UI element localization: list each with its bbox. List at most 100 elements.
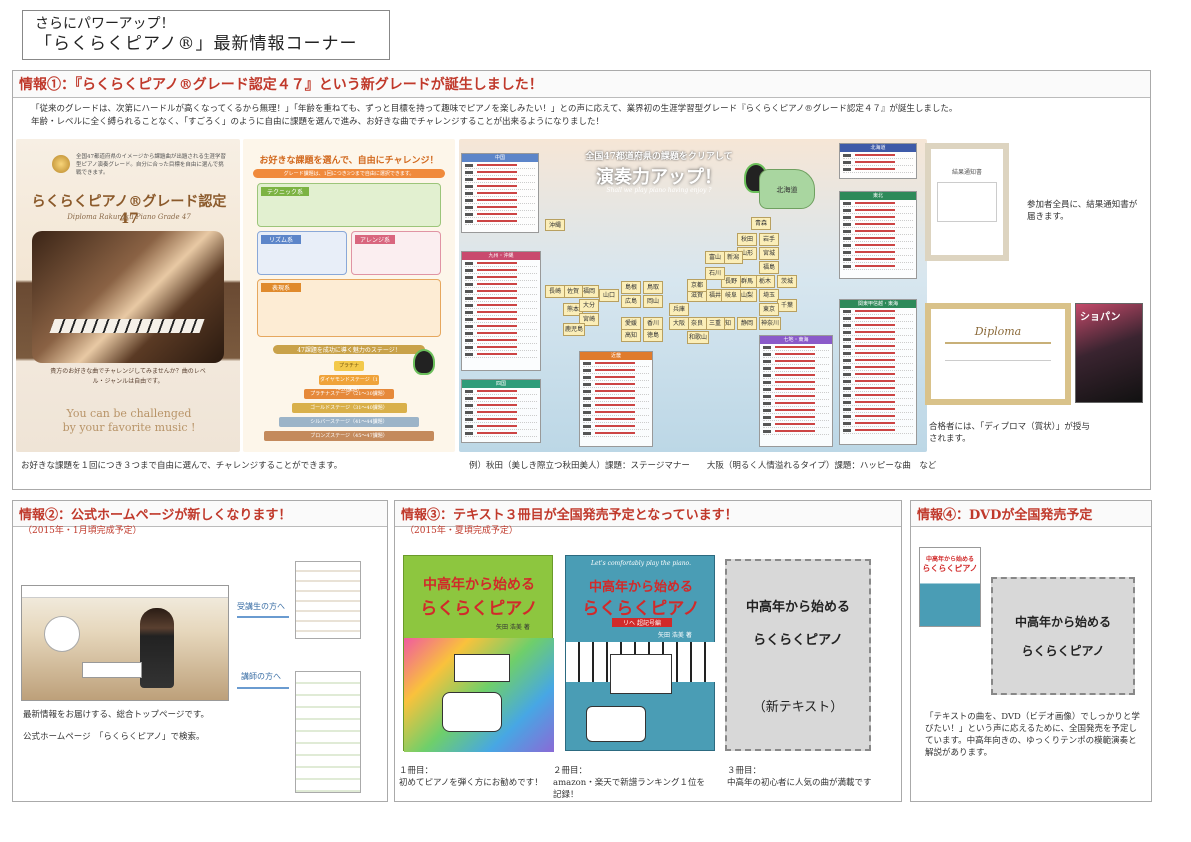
region-list-tohoku: 東北 xyxy=(839,191,917,279)
caption-right: 例）秋田（美しき際立つ秋田美人）課題：ステージマナー 大阪（明るく人情溢れるタイ… xyxy=(469,461,937,471)
book1-caption-b: 初めてピアノを弾く方にお勧めです！ xyxy=(399,778,543,788)
prefecture-14: 神奈川 xyxy=(759,317,781,330)
stairs-pyramid: プラチナ ダイヤモンドステージ（1～20課題） プラチナステージ（21～30課題… xyxy=(263,361,435,441)
prefecture-10: 埼玉 xyxy=(759,289,779,302)
prefecture-40: 長崎 xyxy=(545,285,565,298)
prefecture-37: 高知 xyxy=(621,329,641,342)
info4-section: 情報④：DVDが全国発売予定 中高年から始める らくらくピアノ 中高年から始める… xyxy=(910,500,1152,802)
caption-left: お好きな課題を１回につき３つまで自由に選んで、チャレンジすることができます。 xyxy=(21,461,343,471)
prefecture-26: 大阪 xyxy=(669,317,689,330)
brochure-catch: 貴方のお好きな曲でチャレンジしてみませんか？曲のレベル・ジャンルは自由です。 xyxy=(50,368,206,385)
region-list-hokkaido: 北海道 xyxy=(839,143,917,179)
book2-caption-a: ２冊目： xyxy=(553,766,588,776)
info2-sub: （2015年・1月頃完成予定） xyxy=(23,526,142,536)
info2-text1: 最新情報をお届けする、総合トップページです。 xyxy=(23,710,209,720)
prefecture-31: 島根 xyxy=(621,281,641,294)
japan-map: 全国47都道府県の課題をクリアして 演奏力アップ！ Shall we play … xyxy=(459,139,927,452)
tag-technique: テクニック系 xyxy=(257,183,441,227)
brochure-catch-en-1: You can be challenged xyxy=(66,407,192,420)
arrow-student xyxy=(237,616,289,618)
prefecture-42: 大分 xyxy=(579,299,599,312)
brochure-catch-en-2: by your favorite music ! xyxy=(62,421,196,434)
brochure-right-head: お好きな課題を選んで、自由にチャレンジ！ xyxy=(259,156,439,166)
tag-expression: 表現系 xyxy=(257,279,441,337)
prefecture-0: 青森 xyxy=(751,217,771,230)
header-box: さらにパワーアップ！ 「らくらくピアノ®」最新情報コーナー xyxy=(22,10,390,60)
info1-section: 情報①：『らくらくピアノ®グレード認定４７』という新グレードが誕生しました！ 「… xyxy=(12,70,1151,490)
info4-title: 情報④：DVDが全国発売予定 xyxy=(911,501,1151,527)
brochure-inner: お好きな課題を選んで、自由にチャレンジ！ グレード課題は、1回につき3つまで自由… xyxy=(243,139,455,452)
header-line1: さらにパワーアップ！ xyxy=(35,16,175,32)
homepage-screenshot xyxy=(21,585,229,701)
prefecture-2: 岩手 xyxy=(759,233,779,246)
hokkaido-block: 北海道 xyxy=(759,169,815,209)
info3-sub: （2015年・夏頃完成予定） xyxy=(405,526,518,536)
prefecture-30: 岡山 xyxy=(643,295,663,308)
prefecture-39: 佐賀 xyxy=(563,285,583,298)
region-list-chubu: 七地・東海 xyxy=(759,335,833,447)
region-list-kinki: 近畿 xyxy=(579,351,653,447)
book1-caption-a: １冊目： xyxy=(399,766,434,776)
brochure-title: らくらくピアノ®グレード認定47 xyxy=(31,194,227,227)
prefecture-1: 秋田 xyxy=(737,233,757,246)
prefecture-44: 鹿児島 xyxy=(563,323,585,336)
prefecture-17: 富山 xyxy=(705,251,725,264)
stairs-head: 47課題を成功に導く魅力のステージ！ xyxy=(273,345,425,354)
result-notice-doc: 結果通知書 xyxy=(925,143,1009,261)
map-heading-en: Shall we play piano having enjoy ? xyxy=(606,187,712,194)
region-list-shikoku: 四国 xyxy=(461,379,541,443)
prefecture-6: 新潟 xyxy=(723,251,743,264)
prefecture-13: 東京 xyxy=(759,303,779,316)
region-list-kanto: 関東甲信越・東海 xyxy=(839,299,917,445)
magazine-cover: ショパン xyxy=(1075,303,1143,403)
prefecture-18: 石川 xyxy=(705,267,725,280)
prefecture-23: 京都 xyxy=(687,279,707,292)
tag-rhythm: リズム系 xyxy=(257,231,347,275)
info1-title: 情報①：『らくらくピアノ®グレード認定４７』という新グレードが誕生しました！ xyxy=(13,71,1150,98)
prefecture-25: 奈良 xyxy=(687,317,707,330)
book3-caption-b: 中高年の初心者に人気の曲が満載です xyxy=(727,778,872,788)
brochure-right-sub: グレード課題は、1回につき3つまで自由に選択できます。 xyxy=(253,169,445,178)
prefecture-12: 千葉 xyxy=(777,299,797,312)
mascot-icon xyxy=(413,349,435,375)
book3-placeholder: 中高年から始める らくらくピアノ （新テキスト） xyxy=(725,559,871,751)
brochure-intro: 全国47都道府県のイメージから課題曲が出題される生涯学習型ピアノ演奏グレード。自… xyxy=(76,154,226,176)
prefecture-32: 広島 xyxy=(621,295,641,308)
region-list-kyushu: 九州・沖縄 xyxy=(461,251,541,371)
prefecture-5: 福島 xyxy=(759,261,779,274)
info2-section: 情報②：公式ホームページが新しくなります！ （2015年・1月頃完成予定） 受講… xyxy=(12,500,388,802)
brochure-subtitle: Diploma Rakuraku Piano Grade 47 xyxy=(67,213,191,221)
arrow-teacher-label: 講師の方へ xyxy=(241,672,281,681)
result-notice-text: 参加者全員に、結果通知書が届きます。 xyxy=(1027,200,1138,222)
okinawa-block: 沖縄 xyxy=(545,219,565,231)
book2-caption-b: amazon・楽天で新譜ランキング１位を記録！ xyxy=(553,778,706,800)
dvd-placeholder: 中高年から始める らくらくピアノ xyxy=(991,577,1135,695)
prefecture-7: 栃木 xyxy=(755,275,775,288)
prefecture-33: 山口 xyxy=(599,289,619,302)
map-heading-big: 演奏力アップ！ xyxy=(596,167,722,188)
arrow-teacher xyxy=(237,687,289,689)
medal-icon xyxy=(52,155,70,173)
prefecture-28: 和歌山 xyxy=(687,331,709,344)
brochure-cover: 全国47都道府県のイメージから課題曲が出題される生涯学習型ピアノ演奏グレード。自… xyxy=(16,139,240,452)
prefecture-16: 静岡 xyxy=(737,317,757,330)
prefecture-29: 鳥取 xyxy=(643,281,663,294)
info1-desc-1: 「従来のグレードは、次第にハードルが高くなってくるから無理！」「年齢を重ねても、… xyxy=(31,104,958,114)
map-heading: 全国47都道府県の課題をクリアして xyxy=(585,152,733,162)
info4-text: 「テキストの曲を、DVD（ビデオ画像）でしっかりと学びたい！」という声に応えるた… xyxy=(925,712,1140,758)
prefecture-27: 兵庫 xyxy=(669,303,689,316)
prefecture-8: 茨城 xyxy=(777,275,797,288)
diploma-doc: Diploma xyxy=(925,303,1071,405)
book2-cover: Let's comfortably play the piano. 中高年から始… xyxy=(565,555,716,751)
teacher-page-thumb xyxy=(295,671,361,793)
prefecture-20: 岐阜 xyxy=(721,289,741,302)
student-page-thumb xyxy=(295,561,361,639)
prefecture-35: 徳島 xyxy=(643,329,663,342)
info1-desc-2: 年齢・レベルに全く縛られることなく、「すごろく」のように自由に課題を選んで進み、… xyxy=(31,117,604,127)
diploma-text: 合格者には、「ディプロマ（賞状）」が授与されます。 xyxy=(929,422,1090,444)
piano-photo xyxy=(32,231,224,363)
book3-caption-a: ３冊目： xyxy=(727,766,762,776)
dvd-cover: 中高年から始める らくらくピアノ xyxy=(919,547,981,627)
info2-text2: 公式ホームページ 「らくらくピアノ」で検索。 xyxy=(23,732,205,742)
book1-cover: 中高年から始める らくらくピアノ 矢田 浩美 著 xyxy=(403,555,554,752)
